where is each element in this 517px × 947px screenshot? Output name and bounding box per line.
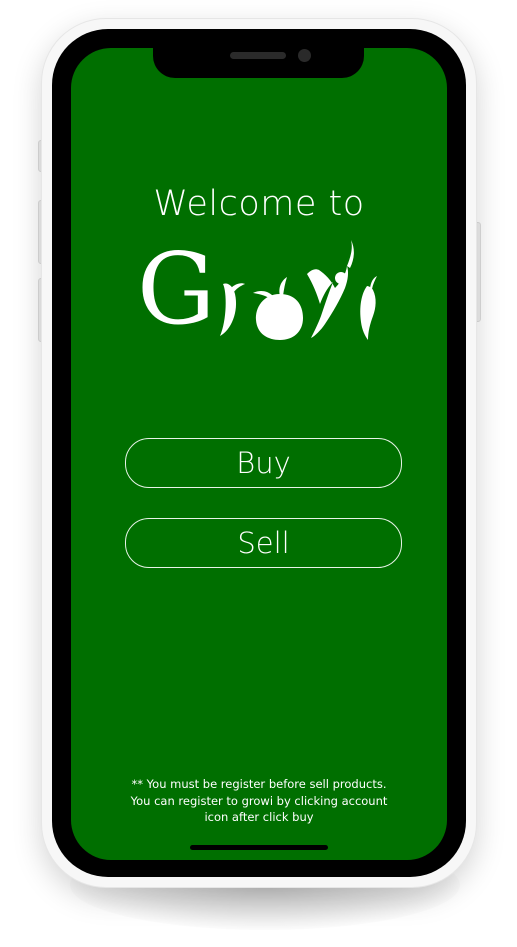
register-note-line-2: You can register to growi by clicking ac… <box>130 793 388 808</box>
front-camera-icon <box>298 49 311 62</box>
phone-notch <box>153 40 364 78</box>
logo-produce-icon <box>220 240 377 340</box>
logo-chili-i <box>360 276 377 340</box>
sell-button[interactable]: Sell <box>125 518 402 568</box>
register-note: ** You must be register before sell prod… <box>114 776 404 826</box>
speaker-grille <box>230 52 286 59</box>
stage: Welcome to G Buy Sell ** You must be reg… <box>0 0 517 947</box>
register-note-line-3: icon after click buy <box>204 810 314 824</box>
register-note-line-1: ** You must be register before sell prod… <box>131 777 387 791</box>
home-indicator[interactable] <box>190 845 328 850</box>
logo-tomato-o <box>253 277 303 340</box>
logo-figure-wi <box>307 240 354 338</box>
growi-logo: G <box>135 236 385 344</box>
welcome-heading: Welcome to <box>153 184 365 224</box>
buy-button[interactable]: Buy <box>125 438 402 488</box>
